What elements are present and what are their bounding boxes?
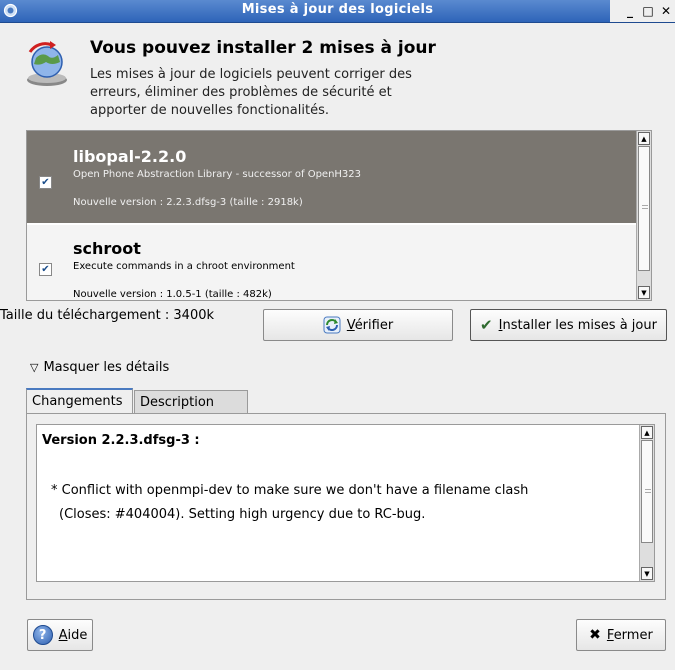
changelog-line: * Conflict with openmpi-dev to make sure… (51, 483, 529, 498)
check-button-label: érifier (354, 317, 394, 333)
help-button[interactable]: ? Aide (27, 619, 93, 651)
changelog-heading: Version 2.2.3.dfsg-3 : (42, 433, 200, 448)
checkmark-icon: ✔ (480, 316, 493, 334)
install-updates-button[interactable]: ✔ Installer les mises à jour (470, 309, 667, 341)
install-button-label: nstaller les mises à jour (502, 317, 657, 333)
scroll-up-button[interactable]: ▲ (638, 132, 650, 145)
minimize-button[interactable]: _ (623, 4, 637, 18)
refresh-icon (323, 316, 341, 334)
changelog-line: (Closes: #404004). Setting high urgency … (59, 507, 426, 522)
scroll-down-button[interactable]: ▼ (641, 567, 653, 580)
window-controls: _ □ ✕ (610, 0, 675, 22)
scroll-up-button[interactable]: ▲ (641, 426, 653, 439)
check-button-mnemonic: V (346, 317, 355, 333)
details-toggle-label: Masquer les détails (43, 360, 170, 375)
download-size-label: Taille du téléchargement : 3400k (0, 308, 215, 323)
help-button-mnemonic: A (58, 627, 68, 643)
package-name: libopal-2.2.0 (73, 147, 187, 166)
triangle-down-icon: ▽ (30, 361, 39, 374)
changes-panel: Version 2.2.3.dfsg-3 : * Conflict with o… (26, 413, 666, 600)
details-expander[interactable]: ▽ Masquer les détails (30, 360, 169, 375)
header-description: Les mises à jour de logiciels peuvent co… (90, 67, 412, 118)
maximize-button[interactable]: □ (641, 4, 655, 18)
update-checkbox[interactable]: ✔ (39, 263, 52, 276)
help-icon: ? (32, 625, 53, 645)
close-button-label: ermer (613, 627, 653, 643)
scroll-thumb[interactable] (641, 440, 653, 543)
header-title: Vous pouvez installer 2 mises à jour (90, 38, 436, 58)
check-button[interactable]: Vérifier (263, 309, 453, 341)
package-summary: Execute commands in a chroot environment (73, 261, 295, 272)
tab-changes[interactable]: Changements (26, 388, 133, 415)
list-scrollbar[interactable]: ▲ ▼ (636, 131, 651, 300)
update-row-schroot[interactable]: ✔ schroot Execute commands in a chroot e… (27, 225, 651, 300)
update-row-libopal[interactable]: ✔ libopal-2.2.0 Open Phone Abstraction L… (27, 131, 651, 223)
changelog-view[interactable]: Version 2.2.3.dfsg-3 : * Conflict with o… (36, 424, 655, 582)
package-version: Nouvelle version : 2.2.3.dfsg-3 (taille … (73, 197, 303, 208)
title-bar: Mises à jour des logiciels _ □ ✕ (0, 0, 675, 23)
scroll-thumb[interactable] (638, 146, 650, 271)
globe-update-icon (27, 41, 67, 86)
package-version: Nouvelle version : 1.0.5-1 (taille : 482… (73, 289, 272, 300)
x-icon: ✖ (589, 627, 601, 643)
updates-list[interactable]: ✔ libopal-2.2.0 Open Phone Abstraction L… (26, 130, 652, 301)
help-button-label: ide (67, 627, 88, 643)
update-checkbox[interactable]: ✔ (39, 176, 52, 189)
close-window-button[interactable]: ✕ (659, 4, 673, 18)
window-title: Mises à jour des logiciels (241, 2, 434, 17)
changelog-scrollbar[interactable]: ▲ ▼ (639, 425, 654, 581)
package-name: schroot (73, 239, 141, 258)
scroll-down-button[interactable]: ▼ (638, 286, 650, 299)
close-button-mnemonic: F (606, 627, 614, 643)
close-button[interactable]: ✖ Fermer (576, 619, 666, 651)
package-summary: Open Phone Abstraction Library - success… (73, 169, 362, 180)
tab-description[interactable]: Description (134, 390, 248, 414)
